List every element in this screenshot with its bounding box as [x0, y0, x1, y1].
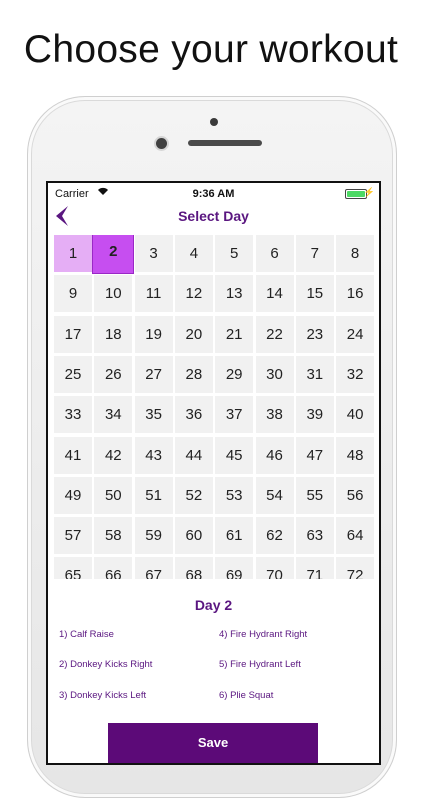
day-cell-22[interactable]: 22: [255, 315, 294, 353]
day-cell-70[interactable]: 70: [255, 557, 294, 579]
day-cell-44[interactable]: 44: [174, 436, 213, 474]
earpiece-speaker: [188, 140, 262, 146]
charging-icon: ⚡: [363, 187, 375, 197]
day-cell-72[interactable]: 72: [336, 557, 375, 579]
day-cell-33[interactable]: 33: [54, 396, 92, 434]
day-cell-10[interactable]: 10: [94, 275, 133, 313]
day-cell-7[interactable]: 7: [295, 235, 334, 272]
day-cell-3[interactable]: 3: [134, 235, 173, 272]
day-cell-5[interactable]: 5: [215, 235, 254, 272]
day-cell-62[interactable]: 62: [255, 517, 294, 555]
headline: Choose your workout: [23, 28, 399, 71]
day-cell-35[interactable]: 35: [134, 396, 173, 434]
day-cell-50[interactable]: 50: [94, 476, 133, 514]
day-cell-69[interactable]: 69: [215, 557, 254, 579]
day-cell-18[interactable]: 18: [94, 315, 133, 353]
day-cell-68[interactable]: 68: [174, 557, 213, 579]
nav-bar: Select Day: [48, 203, 379, 231]
day-cell-2[interactable]: 2: [92, 235, 135, 274]
day-cell-4[interactable]: 4: [174, 235, 213, 272]
day-cell-30[interactable]: 30: [255, 355, 294, 393]
day-cell-20[interactable]: 20: [174, 315, 213, 353]
day-title: Day 2: [194, 597, 233, 613]
phone-screen: Carrier 9:36 AM ⚡ Select Day 1 2 3 4 5 6 7 8 9 10…: [46, 181, 381, 765]
day-cell-36[interactable]: 36: [174, 396, 213, 434]
day-cell-32[interactable]: 32: [336, 355, 375, 393]
day-cell-27[interactable]: 27: [134, 355, 173, 393]
day-cell-56[interactable]: 56: [336, 476, 375, 514]
day-cell-40[interactable]: 40: [336, 396, 375, 434]
save-button[interactable]: Save: [108, 723, 318, 763]
nav-title: Select Day: [178, 208, 249, 224]
day-cell-58[interactable]: 58: [94, 517, 133, 555]
day-cell-37[interactable]: 37: [215, 396, 254, 434]
day-cell-17[interactable]: 17: [54, 315, 92, 353]
day-cell-8[interactable]: 8: [336, 235, 375, 272]
day-cell-45[interactable]: 45: [215, 436, 254, 474]
day-cell-16[interactable]: 16: [336, 275, 375, 313]
day-cell-39[interactable]: 39: [295, 396, 334, 434]
day-cell-12[interactable]: 12: [174, 275, 213, 313]
day-cell-9[interactable]: 9: [54, 275, 92, 313]
day-cell-31[interactable]: 31: [295, 355, 334, 393]
exercise-item: 2) Donkey Kicks Right: [59, 659, 153, 670]
day-cell-29[interactable]: 29: [215, 355, 254, 393]
day-cell-23[interactable]: 23: [295, 315, 334, 353]
day-cell-19[interactable]: 19: [134, 315, 173, 353]
day-cell-60[interactable]: 60: [174, 517, 213, 555]
day-grid: 1 2 3 4 5 6 7 8 9 10 11 12 13 14 15 16 17 18 19 20 21 22 23 24 2…: [54, 235, 379, 579]
day-cell-42[interactable]: 42: [94, 436, 133, 474]
exercise-item: 6) Plie Squat: [219, 690, 274, 701]
day-detail-panel: Day 2 1) Calf Raise 2) Donkey Kicks Righ…: [48, 579, 379, 763]
day-cell-64[interactable]: 64: [336, 517, 375, 555]
exercise-item: 3) Donkey Kicks Left: [59, 690, 147, 701]
day-cell-1[interactable]: 1: [54, 235, 92, 272]
day-cell-71[interactable]: 71: [295, 557, 334, 579]
day-cell-59[interactable]: 59: [134, 517, 173, 555]
day-cell-28[interactable]: 28: [174, 355, 213, 393]
status-time: 9:36 AM: [192, 188, 235, 200]
exercise-item: 1) Calf Raise: [59, 629, 114, 640]
status-bar: Carrier 9:36 AM ⚡: [48, 183, 379, 203]
day-cell-26[interactable]: 26: [94, 355, 133, 393]
day-cell-47[interactable]: 47: [295, 436, 334, 474]
day-cell-41[interactable]: 41: [54, 436, 92, 474]
day-cell-14[interactable]: 14: [255, 275, 294, 313]
day-cell-21[interactable]: 21: [215, 315, 254, 353]
day-cell-51[interactable]: 51: [134, 476, 173, 514]
day-cell-46[interactable]: 46: [255, 436, 294, 474]
day-cell-6[interactable]: 6: [255, 235, 294, 272]
day-cell-66[interactable]: 66: [94, 557, 133, 579]
day-cell-63[interactable]: 63: [295, 517, 334, 555]
day-cell-53[interactable]: 53: [215, 476, 254, 514]
day-cell-38[interactable]: 38: [255, 396, 294, 434]
day-cell-34[interactable]: 34: [94, 396, 133, 434]
day-cell-25[interactable]: 25: [54, 355, 92, 393]
day-cell-55[interactable]: 55: [295, 476, 334, 514]
exercise-item: 5) Fire Hydrant Left: [219, 659, 301, 670]
day-cell-49[interactable]: 49: [54, 476, 92, 514]
front-camera: [156, 138, 167, 149]
day-cell-24[interactable]: 24: [336, 315, 375, 353]
day-cell-52[interactable]: 52: [174, 476, 213, 514]
day-cell-43[interactable]: 43: [134, 436, 173, 474]
day-cell-61[interactable]: 61: [215, 517, 254, 555]
proximity-sensor: [210, 118, 218, 126]
day-cell-13[interactable]: 13: [215, 275, 254, 313]
day-cell-48[interactable]: 48: [336, 436, 375, 474]
day-cell-57[interactable]: 57: [54, 517, 92, 555]
day-cell-11[interactable]: 11: [134, 275, 173, 313]
day-cell-15[interactable]: 15: [295, 275, 334, 313]
day-cell-67[interactable]: 67: [134, 557, 173, 579]
day-cell-65[interactable]: 65: [54, 557, 92, 579]
day-cell-54[interactable]: 54: [255, 476, 294, 514]
exercise-item: 4) Fire Hydrant Right: [219, 629, 308, 640]
